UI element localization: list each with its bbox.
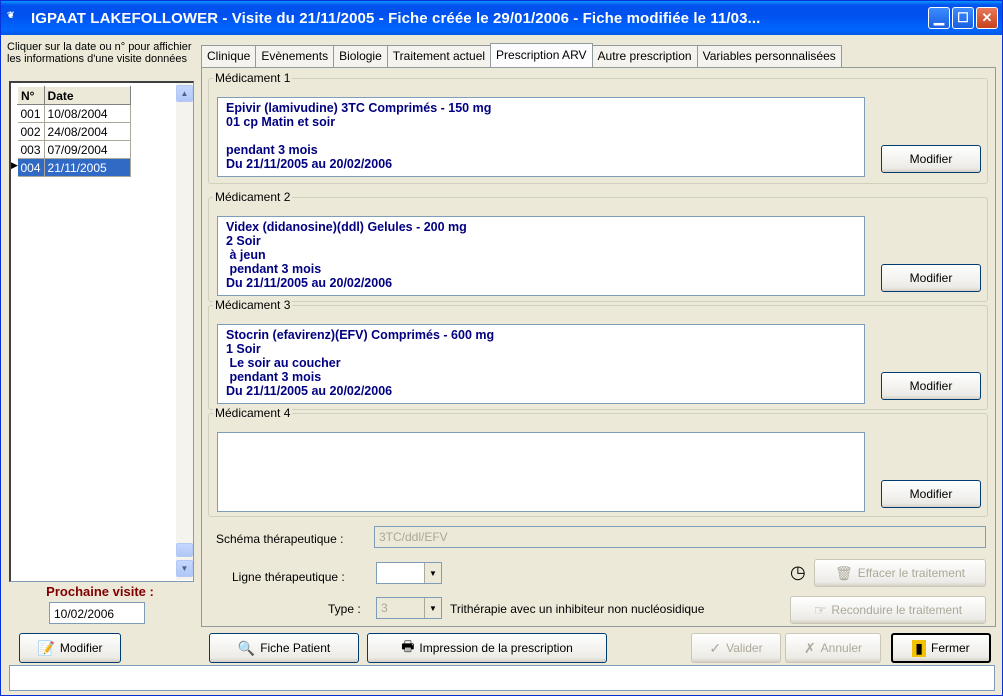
- table-row[interactable]: 004 21/11/2005: [17, 158, 131, 177]
- type-label: Type :: [328, 602, 361, 616]
- main-window: ❦ IGPAAT LAKEFOLLOWER - Visite du 21/11/…: [0, 0, 1003, 696]
- tab-ev-nements[interactable]: Evènements: [255, 45, 335, 67]
- impression-button[interactable]: 🖶 Impression de la prescription: [367, 633, 607, 663]
- medication-legend: Médicament 3: [213, 298, 293, 312]
- table-row[interactable]: 003 07/09/2004: [17, 140, 131, 159]
- scroll-down-icon[interactable]: ▼: [176, 560, 193, 577]
- column-header-num[interactable]: N°: [17, 86, 45, 105]
- type-select: 3 ▼: [376, 597, 442, 619]
- tab-clinique[interactable]: Clinique: [201, 45, 257, 67]
- visit-list-scrollbar[interactable]: ▲ ▼: [176, 83, 193, 580]
- chevron-down-icon: ▼: [424, 598, 441, 618]
- modifier-medication-button[interactable]: Modifier: [881, 480, 981, 508]
- fermer-button[interactable]: ▮ Fermer: [891, 633, 991, 663]
- schema-field: 3TC/ddl/EFV: [374, 526, 986, 548]
- next-visit-field[interactable]: 10/02/2006: [49, 602, 145, 624]
- tab-autre-prescription[interactable]: Autre prescription: [591, 45, 698, 67]
- tab-strip: Clinique Evènements Biologie Traitement act…: [201, 43, 842, 67]
- medication-legend: Médicament 2: [213, 190, 293, 204]
- magnifier-icon: 🔍: [237, 639, 256, 656]
- next-visit-label: Prochaine visite :: [46, 584, 154, 599]
- visit-hint: Cliquer sur la date ou n° pour affichier…: [7, 41, 192, 65]
- tab-traitement-actuel[interactable]: Traitement actuel: [386, 45, 492, 67]
- table-row[interactable]: 001 10/08/2004: [17, 104, 131, 123]
- tab-prescription-arv[interactable]: Prescription ARV: [490, 43, 593, 67]
- chevron-down-icon[interactable]: ▼: [424, 563, 441, 583]
- close-icon[interactable]: ✕: [976, 7, 998, 29]
- pointing-hand-icon: ☞: [813, 601, 827, 618]
- visit-date[interactable]: 07/09/2004: [44, 140, 131, 159]
- app-logo-icon: ❦: [7, 10, 15, 20]
- medication-memo[interactable]: Epivir (lamivudine) 3TC Comprimés - 150 …: [217, 97, 865, 177]
- printer-icon: 🖶: [401, 638, 415, 654]
- clock-icon: ◷: [790, 562, 806, 582]
- visit-table: N° Date 001 10/08/2004 002 24/08/2004 003 07/…: [17, 86, 131, 177]
- trash-icon: 🗑: [835, 564, 853, 581]
- medication-memo[interactable]: Stocrin (efavirenz)(EFV) Comprimés - 600…: [217, 324, 865, 404]
- medication-group-3: Médicament 3 Stocrin (efavirenz)(EFV) Com…: [208, 298, 988, 410]
- maximize-icon[interactable]: ☐: [952, 7, 974, 29]
- type-value: 3: [381, 601, 388, 615]
- minimize-icon[interactable]: ▁: [928, 7, 950, 29]
- type-description: Trithérapie avec un inhibiteur non nuclé…: [450, 602, 705, 616]
- left-panel: Cliquer sur la date ou n° pour affichier…: [7, 41, 193, 65]
- ligne-label: Ligne thérapeutique :: [232, 570, 345, 584]
- medication-legend: Médicament 1: [213, 71, 293, 85]
- tab-variables-personnalis-es[interactable]: Variables personnalisées: [696, 45, 842, 67]
- visit-date[interactable]: 21/11/2005: [44, 158, 131, 177]
- edit-document-icon: 📝: [37, 639, 55, 656]
- medication-group-1: Médicament 1 Epivir (lamivudine) 3TC Comp…: [208, 71, 988, 184]
- column-header-date[interactable]: Date: [43, 86, 131, 105]
- medication-group-4: Médicament 4 Modifier: [208, 406, 988, 517]
- scroll-thumb[interactable]: [176, 543, 193, 557]
- door-exit-icon: ▮: [912, 639, 927, 657]
- annuler-button[interactable]: ✗ Annuler: [785, 633, 881, 663]
- modifier-visit-button[interactable]: 📝 Modifier: [19, 633, 121, 663]
- schema-label: Schéma thérapeutique :: [216, 532, 344, 546]
- title-bar[interactable]: ❦ IGPAAT LAKEFOLLOWER - Visite du 21/11/…: [1, 1, 1002, 35]
- status-bar: [9, 665, 995, 691]
- medication-group-2: Médicament 2 Videx (didanosine)(ddl) Gelu…: [208, 190, 988, 302]
- visit-number[interactable]: 001: [17, 104, 45, 123]
- modifier-medication-button[interactable]: Modifier: [881, 145, 981, 173]
- tab-biologie[interactable]: Biologie: [333, 45, 388, 67]
- visit-date[interactable]: 10/08/2004: [44, 104, 131, 123]
- medication-memo[interactable]: [217, 432, 865, 512]
- reconduire-traitement-button[interactable]: ☞ Reconduire le traitement: [790, 596, 986, 624]
- checkmark-icon: ✓: [709, 639, 722, 656]
- visit-number[interactable]: 004: [17, 158, 45, 177]
- fiche-patient-button[interactable]: 🔍 Fiche Patient: [209, 633, 359, 663]
- medication-memo[interactable]: Videx (didanosine)(ddl) Gelules - 200 mg…: [217, 216, 865, 296]
- cancel-x-icon: ✗: [803, 639, 816, 656]
- ligne-select[interactable]: ▼: [376, 562, 442, 584]
- table-row[interactable]: 002 24/08/2004: [17, 122, 131, 141]
- valider-button[interactable]: ✓ Valider: [691, 633, 781, 663]
- visit-number[interactable]: 002: [17, 122, 45, 141]
- medication-legend: Médicament 4: [213, 406, 293, 420]
- window-title: IGPAAT LAKEFOLLOWER - Visite du 21/11/20…: [31, 9, 761, 27]
- modifier-medication-button[interactable]: Modifier: [881, 372, 981, 400]
- modifier-medication-button[interactable]: Modifier: [881, 264, 981, 292]
- visit-number[interactable]: 003: [17, 140, 45, 159]
- visit-date[interactable]: 24/08/2004: [44, 122, 131, 141]
- visit-list[interactable]: ▶ N° Date 001 10/08/2004 002 24/08/2004 003 0…: [9, 81, 194, 582]
- scroll-up-icon[interactable]: ▲: [176, 85, 193, 102]
- effacer-traitement-button[interactable]: 🗑 Effacer le traitement: [814, 559, 986, 587]
- prescription-arv-panel: Médicament 1 Epivir (lamivudine) 3TC Comp…: [201, 67, 996, 627]
